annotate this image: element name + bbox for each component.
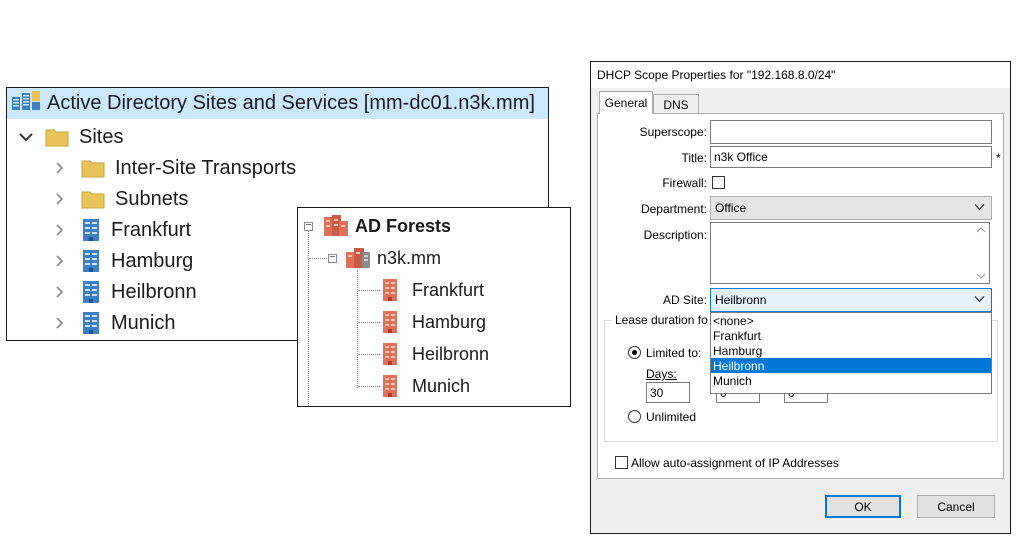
description-scrollbar[interactable] <box>973 223 989 283</box>
tree-node-heilbronn[interactable]: Heilbronn <box>47 277 197 307</box>
ad-site-select[interactable]: Heilbronn <box>710 288 992 312</box>
domain-icon <box>345 246 371 270</box>
tree-line <box>358 386 380 387</box>
tab-dns[interactable]: DNS <box>653 94 699 115</box>
tree-node-subnets[interactable]: Subnets <box>47 184 188 214</box>
site-icon <box>382 310 398 334</box>
days-label: Days: <box>646 367 677 381</box>
dhcp-scope-properties-dialog: DHCP Scope Properties for "192.168.8.0/2… <box>590 61 1011 534</box>
ad-site-option[interactable]: Hamburg <box>711 343 991 358</box>
tree-line <box>358 322 380 323</box>
ad-forests-panel: − AD Forests − n3k.mm Frankfurt Hamburg … <box>297 207 571 407</box>
description-label: Description: <box>643 228 707 242</box>
auto-assign-checkbox[interactable] <box>615 456 628 469</box>
tree-line <box>358 354 380 355</box>
firewall-checkbox[interactable] <box>712 176 725 189</box>
forest-site-heilbronn[interactable]: Heilbronn <box>382 340 489 368</box>
scroll-down-icon[interactable] <box>976 273 986 279</box>
collapse-icon[interactable]: − <box>328 253 337 263</box>
tree-node-inter-site-transports[interactable]: Inter-Site Transports <box>47 153 296 183</box>
chevron-right-icon[interactable] <box>47 317 73 329</box>
ad-site-value: Heilbronn <box>715 293 767 307</box>
ad-sites-services-icon <box>11 90 41 118</box>
ad-site-option[interactable]: Munich <box>711 373 991 388</box>
tree-node-label: Frankfurt <box>111 218 192 241</box>
ads-root-node[interactable]: Active Directory Sites and Services [mm-… <box>7 88 548 119</box>
forest-site-munich[interactable]: Munich <box>382 372 470 400</box>
chevron-down-icon[interactable] <box>13 132 39 142</box>
tree-line <box>357 270 358 388</box>
superscope-input[interactable] <box>710 120 992 144</box>
days-input[interactable]: 30 <box>646 382 690 403</box>
folder-icon <box>81 189 105 209</box>
department-select[interactable]: Office <box>710 196 992 220</box>
tree-node-label: Heilbronn <box>111 280 197 303</box>
title-label: Title: <box>681 151 707 165</box>
title-input[interactable]: n3k Office <box>710 146 992 168</box>
chevron-right-icon[interactable] <box>47 162 73 174</box>
ad-site-label: AD Site: <box>662 293 707 307</box>
tree-node-hamburg[interactable]: Hamburg <box>47 246 193 276</box>
tree-node-munich[interactable]: Munich <box>47 308 175 338</box>
department-label: Department: <box>640 202 707 216</box>
tree-node-label: Inter-Site Transports <box>115 156 297 179</box>
site-icon <box>382 374 398 398</box>
domain-label: n3k.mm <box>377 247 442 268</box>
tree-node-domain[interactable]: − n3k.mm <box>328 244 441 272</box>
cancel-button[interactable]: Cancel <box>917 495 995 518</box>
dialog-title: DHCP Scope Properties for "192.168.8.0/2… <box>591 62 1010 88</box>
tab-general[interactable]: General <box>599 91 653 114</box>
folder-icon <box>81 158 105 178</box>
department-value: Office <box>715 201 747 215</box>
limited-radio[interactable] <box>628 346 641 359</box>
forest-site-label: Munich <box>412 375 471 396</box>
chevron-right-icon[interactable] <box>47 193 73 205</box>
tree-line <box>308 230 309 406</box>
site-icon <box>81 218 101 242</box>
description-textarea[interactable] <box>710 222 990 284</box>
tree-node-sites[interactable]: Sites <box>13 122 123 152</box>
site-icon <box>81 311 101 335</box>
tree-node-label: Hamburg <box>111 249 194 272</box>
chevron-down-icon <box>974 293 985 305</box>
site-icon <box>81 280 101 304</box>
superscope-label: Superscope: <box>639 125 707 139</box>
tree-node-label: Sites <box>79 125 124 148</box>
folder-icon <box>45 127 69 147</box>
ads-title: Active Directory Sites and Services [mm-… <box>47 92 535 114</box>
forest-site-label: Hamburg <box>412 311 487 332</box>
forest-site-hamburg[interactable]: Hamburg <box>382 308 486 336</box>
ok-button[interactable]: OK <box>825 495 901 518</box>
tree-node-label: Subnets <box>115 187 189 210</box>
unlimited-label: Unlimited <box>646 410 697 424</box>
ad-site-option[interactable]: Heilbronn <box>711 358 991 373</box>
auto-assign-label: Allow auto-assignment of IP Addresses <box>631 456 839 470</box>
lease-duration-label: Lease duration fo <box>612 313 711 327</box>
ad-forests-label: AD Forests <box>355 215 452 236</box>
required-mark: * <box>996 151 1001 165</box>
chevron-right-icon[interactable] <box>47 286 73 298</box>
forest-icon <box>323 214 349 238</box>
limited-label: Limited to: <box>646 346 702 360</box>
forest-site-label: Heilbronn <box>412 343 490 364</box>
unlimited-radio[interactable] <box>628 410 641 423</box>
site-icon <box>81 249 101 273</box>
site-icon <box>382 278 398 302</box>
tree-node-ad-forests[interactable]: − AD Forests <box>304 212 451 240</box>
forest-site-frankfurt[interactable]: Frankfurt <box>382 276 484 304</box>
chevron-right-icon[interactable] <box>47 255 73 267</box>
chevron-right-icon[interactable] <box>47 224 73 236</box>
ad-site-option[interactable]: <none> <box>711 313 991 328</box>
ad-site-option[interactable]: Frankfurt <box>711 328 991 343</box>
forest-site-label: Frankfurt <box>412 279 485 300</box>
ad-site-dropdown-list[interactable]: <none> Frankfurt Hamburg Heilbronn Munich <box>710 312 992 394</box>
firewall-label: Firewall: <box>662 176 707 190</box>
site-icon <box>382 342 398 366</box>
tree-line <box>358 290 380 291</box>
general-tab-page: Superscope: Title: n3k Office * Firewall… <box>597 113 1004 479</box>
tree-node-label: Munich <box>111 311 176 334</box>
scroll-up-icon[interactable] <box>976 227 986 233</box>
tree-node-frankfurt[interactable]: Frankfurt <box>47 215 191 245</box>
chevron-down-icon <box>974 201 985 213</box>
